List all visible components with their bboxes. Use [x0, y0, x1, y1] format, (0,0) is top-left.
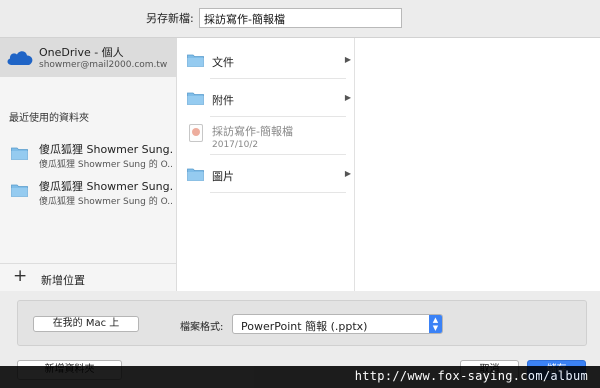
chevron-right-icon: ▶	[344, 169, 351, 178]
file-format-value: PowerPoint 簡報 (.pptx)	[241, 320, 368, 333]
watermark-bar: http://www.fox-saying.com/album	[0, 366, 600, 388]
folder-icon	[11, 184, 28, 197]
file-row-presentation[interactable]: 採訪寫作-簡報檔 2017/10/2	[177, 117, 354, 155]
save-options-panel: 在我的 Mac 上 檔案格式: PowerPoint 簡報 (.pptx) ▲ ▼	[17, 300, 587, 346]
empty-column	[355, 38, 600, 291]
file-title: 採訪寫作-簡報檔	[212, 125, 293, 138]
onedrive-account[interactable]: OneDrive - 個人 showmer@mail2000.com.tw	[0, 38, 176, 77]
filename-input[interactable]: 採訪寫作-簡報檔	[199, 8, 402, 28]
folder-label: 附件	[212, 94, 234, 107]
recent-folder-item[interactable]: 傻瓜狐狸 Showmer Sung... 傻瓜狐狸 Showmer Sung 的…	[0, 137, 176, 171]
file-browser: OneDrive - 個人 showmer@mail2000.com.tw 最近…	[0, 37, 600, 291]
recent-folder-item[interactable]: 傻瓜狐狸 Showmer Sung... 傻瓜狐狸 Showmer Sung 的…	[0, 174, 176, 208]
plus-icon: +	[13, 266, 28, 286]
add-place-label: 新增位置	[41, 274, 85, 287]
folder-label: 文件	[212, 56, 234, 69]
pptx-file-icon	[189, 124, 203, 142]
chevron-right-icon: ▶	[344, 55, 351, 64]
recent-folder-title: 傻瓜狐狸 Showmer Sung...	[39, 180, 173, 193]
save-as-bar: 另存新檔: 採訪寫作-簡報檔	[0, 0, 600, 37]
recent-folder-subtitle: 傻瓜狐狸 Showmer Sung 的 O...	[39, 197, 173, 207]
recent-folder-title: 傻瓜狐狸 Showmer Sung...	[39, 143, 173, 156]
folder-icon	[187, 92, 204, 105]
folder-icon	[187, 54, 204, 67]
file-format-select[interactable]: PowerPoint 簡報 (.pptx) ▲ ▼	[232, 314, 443, 334]
folder-icon	[11, 147, 28, 160]
file-date: 2017/10/2	[212, 140, 259, 150]
file-format-label: 檔案格式:	[180, 322, 224, 333]
recent-folder-subtitle: 傻瓜狐狸 Showmer Sung 的 O...	[39, 160, 173, 170]
account-email: showmer@mail2000.com.tw	[39, 60, 168, 70]
onedrive-cloud-icon	[7, 51, 33, 65]
folder-row-documents[interactable]: 文件 ▶	[177, 41, 354, 79]
row-divider	[210, 192, 346, 193]
save-as-label: 另存新檔:	[146, 12, 194, 25]
recent-folders-header: 最近使用的資料夾	[9, 113, 89, 124]
select-arrows-icon: ▲ ▼	[429, 315, 442, 333]
folder-row-pictures[interactable]: 圖片 ▶	[177, 155, 354, 193]
sidebar: OneDrive - 個人 showmer@mail2000.com.tw 最近…	[0, 38, 177, 291]
account-name: OneDrive - 個人	[39, 46, 124, 59]
chevron-right-icon: ▶	[344, 93, 351, 102]
watermark-url: http://www.fox-saying.com/album	[354, 369, 588, 383]
on-my-mac-button[interactable]: 在我的 Mac 上	[33, 316, 139, 332]
add-place-button[interactable]: + 新增位置	[0, 263, 176, 291]
folder-icon	[187, 168, 204, 181]
folder-row-attachments[interactable]: 附件 ▶	[177, 79, 354, 117]
folder-label: 圖片	[212, 170, 234, 183]
file-column: 文件 ▶ 附件 ▶ 採訪寫作-簡報檔 2017/10/2 圖片 ▶	[177, 38, 355, 291]
